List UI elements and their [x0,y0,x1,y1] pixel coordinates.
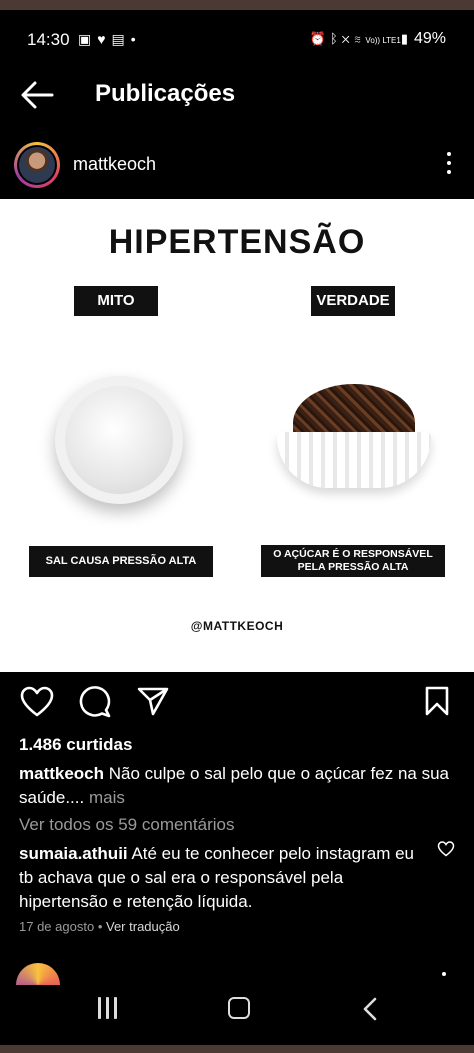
myth-label: MITO [74,286,158,316]
volte-icon: Vo)) LTE1 [365,36,401,45]
bluetooth-icon: ᛒ [329,31,342,46]
truth-caption: O AÇÚCAR É O RESPONSÁVEL PELA PRESSÃO AL… [261,545,445,577]
app-bar: Publicações [0,70,474,120]
home-icon[interactable] [228,997,250,1019]
system-icons: ⏰ᛒ✕≋Vo)) LTE1▮ [310,31,412,47]
image-handle: @MATTKEOCH [190,619,284,633]
truth-label: VERDADE [311,286,395,316]
post-image[interactable]: HIPERTENSÃO MITO VERDADE SAL CAUSA PRESS… [0,199,474,672]
battery-level: 49% [413,30,446,47]
post-header: mattkeoch [0,140,474,190]
page-title: Publicações [95,80,236,107]
myth-caption: SAL CAUSA PRESSÃO ALTA [29,546,213,577]
status-time: 14:30 [27,30,70,49]
post-username[interactable]: mattkeoch [73,154,156,175]
post-heading: HIPERTENSÃO [108,223,366,261]
screen-frame-top [0,0,474,10]
meta-separator: • [97,919,103,934]
comment-icon[interactable] [79,686,111,718]
view-all-comments[interactable]: Ver todos os 59 comentários [19,815,234,835]
post-caption: mattkeoch Não culpe o sal pelo que o açú… [19,762,459,810]
translate-link[interactable]: Ver tradução [106,919,180,934]
top-comment: sumaia.athuii Até eu te conhecer pelo in… [19,842,419,914]
bookmark-icon[interactable] [424,686,450,716]
dot-icon: • [130,31,142,47]
gallery-icon: ▣ [78,31,98,47]
mute-icon: ✕ [341,31,354,46]
status-bar: 14:30 ▣♥▤• ⏰ᛒ✕≋Vo)) LTE1▮ 49% [0,28,474,54]
screen-frame-bottom [0,1045,474,1053]
salt-bowl-image [55,376,183,504]
caption-username[interactable]: mattkeoch [19,764,104,783]
share-icon[interactable] [137,686,169,716]
notification-icons: ▣♥▤• [78,31,142,48]
heart-icon: ♥ [97,31,112,47]
system-back-icon[interactable] [362,997,378,1021]
comment-like-icon[interactable] [437,841,455,857]
comment-meta: 17 de agosto • Ver tradução [19,919,180,934]
like-heart-icon[interactable] [20,686,54,718]
linkedin-icon: ▤ [111,31,131,47]
truth-caption-line1: O AÇÚCAR É O RESPONSÁVEL [273,548,433,560]
system-nav-bar [0,985,474,1045]
comment-username[interactable]: sumaia.athuii [19,844,128,863]
wifi-icon: ≋ [353,31,366,46]
more-options-icon[interactable] [446,152,452,178]
comment-date: 17 de agosto [19,919,95,934]
alarm-icon: ⏰ [309,31,330,46]
brigadeiro-image [275,384,435,504]
post-actions [0,686,474,720]
recent-apps-icon[interactable] [96,997,120,1019]
avatar[interactable] [14,142,60,188]
truth-caption-line2: PELA PRESSÃO ALTA [297,561,409,573]
likes-count[interactable]: 1.486 curtidas [19,735,132,755]
back-arrow-icon[interactable] [20,80,54,110]
next-post-avatar[interactable] [16,963,60,985]
next-post-more-icon[interactable] [442,972,446,976]
caption-more[interactable]: mais [89,788,125,807]
signal-icon: ▮ [400,31,412,46]
